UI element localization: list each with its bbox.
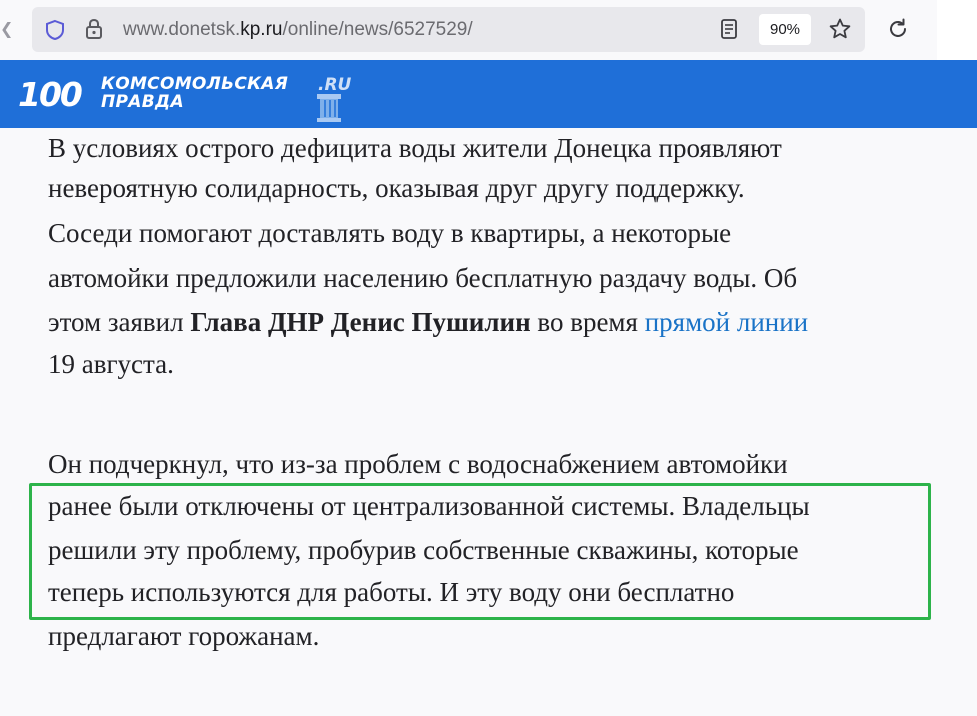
url-path: /online/news/6527529/	[282, 19, 473, 40]
official-name: Глава ДНР Денис Пушилин	[190, 307, 531, 337]
toolbar-edge	[937, 0, 977, 60]
logo-100-years[interactable]: 100	[18, 74, 83, 116]
direct-line-link[interactable]: прямой линии	[645, 307, 808, 337]
p1-line-5: этом заявил Глава ДНР Денис Пушилин во в…	[48, 302, 808, 342]
p1-line-5-middle: во время	[530, 307, 645, 337]
shield-icon[interactable]	[44, 19, 66, 41]
highlight-frame	[29, 483, 931, 620]
reader-view-icon[interactable]	[718, 18, 740, 40]
url-text[interactable]: www.donetsk.kp.ru/online/news/6527529/	[123, 18, 473, 42]
p2-line-1: Он подчеркнул, что из-за проблем с водос…	[48, 449, 788, 479]
site-header: 100 КОМСОМОЛЬСКАЯ ПРАВДА .RU	[0, 60, 977, 128]
reload-icon[interactable]	[886, 17, 910, 41]
back-arrow-icon[interactable]: ❮	[0, 17, 12, 41]
logo-line-1: КОМСОМОЛЬСКАЯ	[101, 74, 289, 94]
zoom-level-button[interactable]: 90%	[759, 14, 811, 45]
p1-line-5-prefix: этом заявил	[48, 307, 191, 337]
address-bar[interactable]: www.donetsk.kp.ru/online/news/6527529/ 9…	[32, 7, 865, 52]
p1-line-3: Соседи помогают доставлять воду в кварти…	[48, 218, 732, 248]
p1-line-4: автомойки предложили населению бесплатну…	[48, 263, 798, 293]
p1-line-1: В условиях острого дефицита воды жители …	[48, 133, 782, 163]
logo-line-2: ПРАВДА	[101, 92, 184, 112]
lock-icon[interactable]	[84, 18, 104, 40]
bookmark-star-icon[interactable]	[828, 17, 852, 41]
url-prefix: www.donetsk.	[123, 19, 241, 40]
ru-column-logo-icon[interactable]: .RU	[312, 68, 354, 124]
url-host: kp.ru	[240, 19, 283, 40]
site-logo[interactable]: КОМСОМОЛЬСКАЯ ПРАВДА	[101, 75, 288, 111]
p2-line-5: предлагают горожанам.	[48, 621, 320, 651]
p1-line-6: 19 августа.	[48, 349, 174, 379]
p1-line-2: невероятную солидарность, оказывая друг …	[48, 173, 745, 203]
logo-ru-text: .RU	[318, 75, 352, 95]
browser-toolbar: ❮ www.donetsk.kp.ru/online/news/6527529/…	[0, 0, 977, 60]
